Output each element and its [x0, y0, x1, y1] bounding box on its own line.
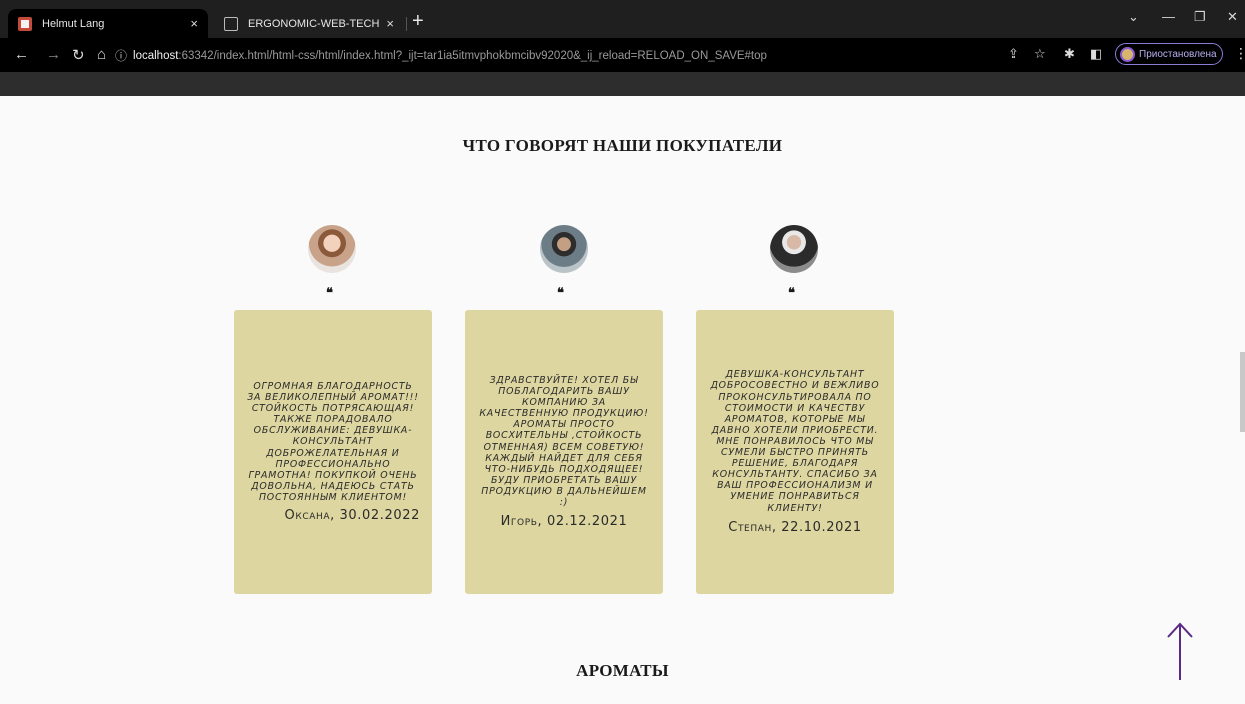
review-text: Девушка-консультант добросовестно и вежл…: [710, 369, 880, 514]
review-author-date: Степан, 22.10.2021: [728, 519, 862, 535]
tab-separator: [406, 17, 407, 31]
scroll-to-top-arrow-icon[interactable]: [1160, 620, 1200, 682]
profile-status: Приостановлена: [1139, 48, 1217, 60]
quote-icon: ❝: [326, 286, 333, 301]
page-content: ЧТО ГОВОРЯТ НАШИ ПОКУПАТЕЛИ ❝ ❝ ❝ Огромн…: [0, 96, 1245, 704]
site-info-icon[interactable]: ⓘ: [115, 47, 127, 64]
url-host: localhost: [133, 49, 179, 62]
review-card: Девушка-консультант добросовестно и вежл…: [696, 310, 894, 594]
reviews-section-title: ЧТО ГОВОРЯТ НАШИ ПОКУПАТЕЛИ: [462, 136, 783, 155]
review-author-date: Игорь, 02.12.2021: [500, 514, 628, 530]
url-path: :63342/index.html/html-css/html/index.ht…: [178, 49, 767, 62]
tab-title: Helmut Lang: [42, 17, 105, 30]
reviewer-avatar-oksana: [308, 225, 356, 273]
browser-tab-bar: Helmut Lang × ERGONOMIC-WEB-TECHNOLOG × …: [0, 0, 1245, 38]
close-tab-icon[interactable]: ×: [190, 16, 198, 31]
review-card: Огромная благодарность за великолепный а…: [234, 310, 432, 594]
github-icon: [224, 16, 238, 31]
reviewer-avatar-stepan: [770, 225, 818, 273]
review-text: Огромная благодарность за великолепный а…: [247, 380, 419, 503]
review-author-date: Оксана, 30.02.2022: [284, 508, 420, 524]
review-card: Здравствуйте! Хотел бы поблагодарить ваш…: [465, 310, 663, 594]
scrollbar-thumb[interactable]: [1240, 352, 1245, 432]
review-text: Здравствуйте! Хотел бы поблагодарить ваш…: [479, 374, 649, 508]
tab-search-icon[interactable]: ⌄: [1128, 9, 1139, 25]
site-favicon-icon: [18, 16, 32, 31]
bookmark-star-icon[interactable]: ☆: [1034, 47, 1046, 62]
address-bar[interactable]: ⓘ localhost :63342/index.html/html-css/h…: [115, 42, 995, 69]
minimize-icon[interactable]: —: [1162, 9, 1175, 24]
extensions-icon[interactable]: ✱: [1064, 47, 1075, 62]
quote-icon: ❝: [788, 286, 795, 301]
reload-icon[interactable]: ↻: [72, 46, 85, 64]
restore-icon[interactable]: ❐: [1194, 9, 1206, 25]
home-icon[interactable]: ⌂: [97, 46, 106, 63]
reviewer-avatar-igor: [540, 225, 588, 273]
share-icon[interactable]: ⇪: [1008, 47, 1019, 62]
browser-toolbar: ← → ↻ ⌂ ⓘ localhost :63342/index.html/ht…: [0, 38, 1245, 72]
tab-ergonomic[interactable]: ERGONOMIC-WEB-TECHNOLOG ×: [214, 9, 404, 38]
new-tab-button[interactable]: +: [412, 10, 424, 33]
tab-title: ERGONOMIC-WEB-TECHNOLOG: [248, 17, 380, 30]
quote-icon: ❝: [557, 286, 564, 301]
side-panel-icon[interactable]: ◧: [1090, 47, 1102, 62]
back-arrow-icon[interactable]: ←: [14, 46, 29, 63]
forward-arrow-icon[interactable]: →: [46, 46, 61, 63]
aromas-section-title: АРОМАТЫ: [576, 661, 669, 680]
profile-button[interactable]: Приостановлена: [1115, 43, 1223, 65]
browser-menu-icon[interactable]: ⋮: [1234, 46, 1245, 62]
profile-avatar: [1120, 46, 1135, 62]
close-tab-icon[interactable]: ×: [386, 16, 394, 31]
close-window-icon[interactable]: ✕: [1227, 9, 1238, 25]
page-header-strip: [0, 72, 1245, 96]
tab-helmut-lang[interactable]: Helmut Lang ×: [8, 9, 208, 38]
